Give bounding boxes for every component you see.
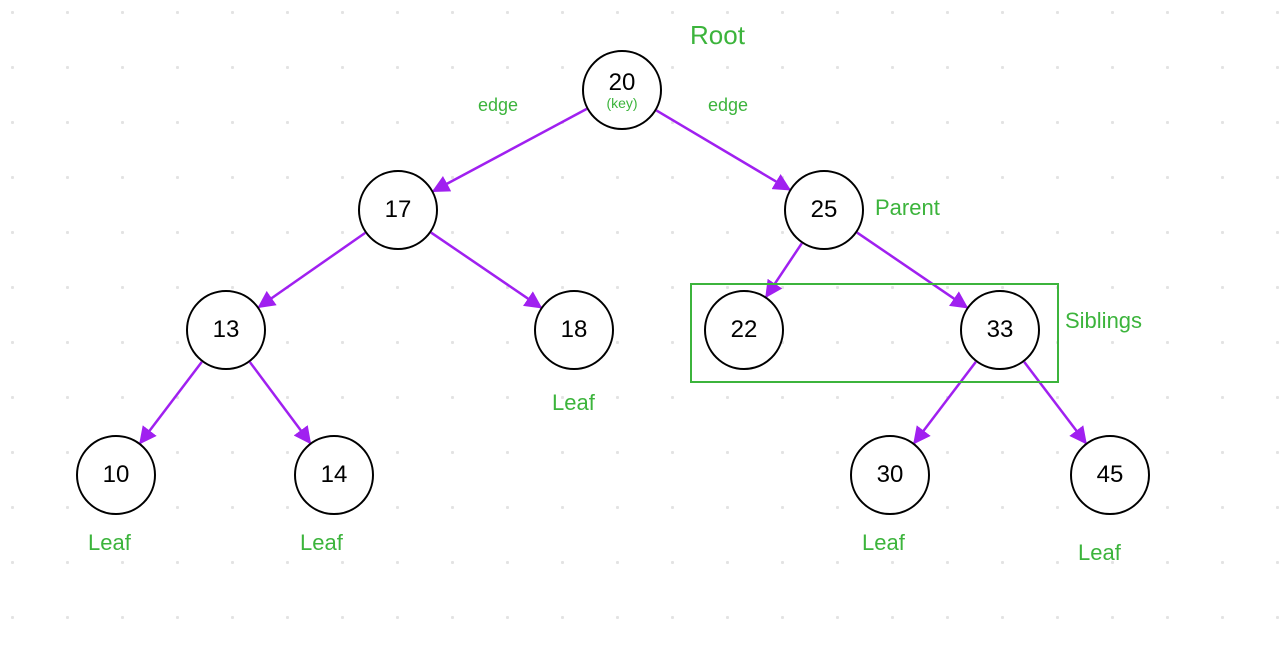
label-leaf-30: Leaf — [862, 530, 905, 556]
label-parent: Parent — [875, 195, 940, 221]
label-leaf-10: Leaf — [88, 530, 131, 556]
node-17: 17 — [358, 170, 438, 250]
node-45: 45 — [1070, 435, 1150, 515]
node-value: 17 — [385, 196, 412, 224]
label-leaf-45: Leaf — [1078, 540, 1121, 566]
node-root: 20 (key) — [582, 50, 662, 130]
edge — [433, 109, 586, 191]
node-value: 20 — [609, 69, 636, 97]
label-leaf-18: Leaf — [552, 390, 595, 416]
label-leaf-14: Leaf — [300, 530, 343, 556]
node-value: 18 — [561, 316, 588, 344]
node-value: 30 — [877, 461, 904, 489]
label-root: Root — [690, 20, 745, 51]
node-value: 45 — [1097, 461, 1124, 489]
node-value: 33 — [987, 316, 1014, 344]
edge — [250, 362, 310, 443]
node-sublabel: (key) — [606, 95, 637, 111]
node-value: 25 — [811, 196, 838, 224]
node-14: 14 — [294, 435, 374, 515]
node-value: 14 — [321, 461, 348, 489]
node-value: 22 — [731, 316, 758, 344]
node-10: 10 — [76, 435, 156, 515]
label-edge-right: edge — [708, 95, 748, 116]
node-value: 13 — [213, 316, 240, 344]
node-18: 18 — [534, 290, 614, 370]
node-13: 13 — [186, 290, 266, 370]
label-siblings: Siblings — [1065, 308, 1142, 334]
edge — [656, 110, 789, 189]
node-22: 22 — [704, 290, 784, 370]
label-edge-left: edge — [478, 95, 518, 116]
edge — [259, 233, 365, 307]
node-value: 10 — [103, 461, 130, 489]
edge — [431, 233, 541, 308]
edge — [140, 362, 202, 443]
node-30: 30 — [850, 435, 930, 515]
tree-diagram: 20 (key) 17 25 13 18 22 33 10 14 30 45 R… — [0, 0, 1280, 649]
node-25: 25 — [784, 170, 864, 250]
node-33: 33 — [960, 290, 1040, 370]
